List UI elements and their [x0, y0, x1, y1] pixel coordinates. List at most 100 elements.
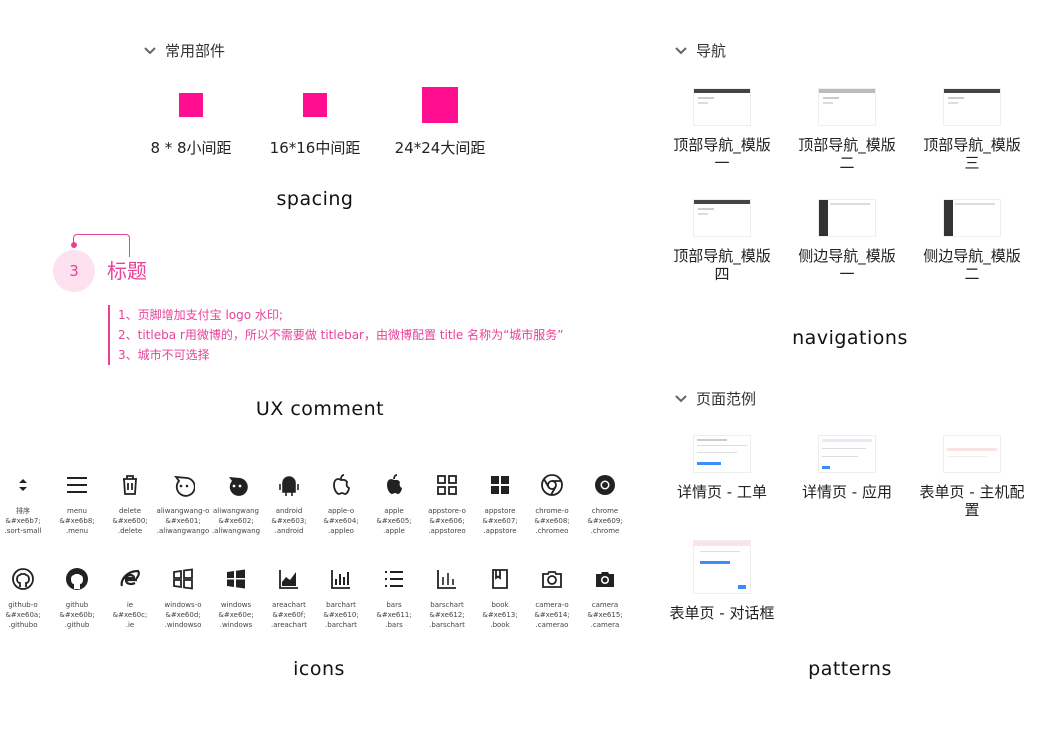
icon-cell[interactable]: 排序 &#xe6b7; .sort-small: [0, 472, 49, 536]
icon-name: areachart: [272, 601, 306, 609]
spacing-item: 8 * 8小间距: [150, 93, 232, 157]
icon-cell[interactable]: bars &#xe611; .bars: [368, 566, 420, 630]
pattern-label: 表单页 - 对话框: [664, 604, 780, 622]
icon-cell[interactable]: chrome &#xe609; .chrome: [579, 472, 631, 536]
pattern-item[interactable]: 详情页 - 工单: [662, 435, 782, 501]
pattern-thumbnail: [693, 435, 751, 473]
nav-template-item[interactable]: 侧边导航_模版一: [787, 199, 907, 283]
navigations-footer: navigations: [792, 327, 908, 349]
icon-cell[interactable]: camera &#xe615; .camera: [579, 566, 631, 630]
icon-cell[interactable]: aliwangwang &#xe602; .aliwangwang: [210, 472, 262, 536]
appstore-icon: [487, 472, 513, 498]
icon-name: appstore-o: [428, 507, 466, 515]
github-o-icon: [10, 566, 36, 592]
nav-template-label-line1: 顶部导航_模版: [798, 136, 896, 154]
icon-cell[interactable]: github-o &#xe60a; .githubo: [0, 566, 49, 630]
icon-cell[interactable]: github &#xe60b; .github: [51, 566, 103, 630]
icon-cell[interactable]: windows &#xe60e; .windows: [210, 566, 262, 630]
pattern-label-line1: 表单页 - 对话框: [669, 604, 775, 622]
icon-cell[interactable]: appstore &#xe607; .appstore: [474, 472, 526, 536]
nav-template-label-line1: 侧边导航_模版: [923, 247, 1021, 265]
icon-name: aliwangwang: [213, 507, 259, 515]
icon-class: .githubo: [8, 621, 38, 629]
icon-cell[interactable]: android &#xe603; .android: [263, 472, 315, 536]
icon-cell[interactable]: barchart &#xe610; .barchart: [315, 566, 367, 630]
icon-class: .windows: [219, 621, 253, 629]
section-patterns-title: 页面范例: [696, 390, 757, 408]
pattern-item[interactable]: 表单页 - 主机配置: [912, 435, 1032, 519]
icon-name: delete: [118, 507, 142, 515]
aliwangwang-o-icon: [170, 472, 196, 498]
icon-code: &#xe6b7;: [5, 517, 41, 525]
icon-cell[interactable]: menu &#xe6b8; .menu: [51, 472, 103, 536]
icon-cell[interactable]: chrome-o &#xe608; .chromeo: [526, 472, 578, 536]
icon-cell[interactable]: appstore-o &#xe606; .appstoreo: [421, 472, 473, 536]
spacing-swatch: [422, 87, 458, 123]
apple-o-icon: [328, 472, 354, 498]
icon-cell[interactable]: ie &#xe60c; .ie: [104, 566, 156, 630]
icon-class: .windowso: [164, 621, 202, 629]
icon-cell[interactable]: apple &#xe605; .apple: [368, 472, 420, 536]
nav-template-item[interactable]: 顶部导航_模版二: [787, 88, 907, 172]
icon-name: windows: [220, 601, 252, 609]
ux-comment-footer: UX comment: [255, 398, 385, 420]
nav-template-item[interactable]: 顶部导航_模版一: [662, 88, 782, 172]
menu-icon: [64, 472, 90, 498]
icon-code: &#xe600;: [112, 517, 148, 525]
ux-note: 3、城市不可选择: [118, 348, 210, 362]
apple-icon: [381, 472, 407, 498]
icon-name: github: [65, 601, 89, 609]
icon-class: .aliwangwango: [156, 527, 210, 535]
nav-template-thumbnail: [693, 199, 751, 237]
nav-template-item[interactable]: 顶部导航_模版三: [912, 88, 1032, 172]
icon-class: .ie: [125, 621, 135, 629]
delete-icon: [117, 472, 143, 498]
areachart-icon: [276, 566, 302, 592]
pattern-thumbnail: [943, 435, 1001, 473]
icon-class: .sort-small: [4, 527, 42, 535]
icon-cell[interactable]: barschart &#xe612; .barschart: [421, 566, 473, 630]
icon-cell[interactable]: areachart &#xe60f; .areachart: [263, 566, 315, 630]
nav-template-thumbnail: [818, 88, 876, 126]
icon-name: barchart: [326, 601, 356, 609]
icon-code: &#xe602;: [218, 517, 254, 525]
icon-name: camera-o: [535, 601, 569, 609]
icon-class: .book: [490, 621, 510, 629]
pattern-item[interactable]: 表单页 - 对话框: [662, 540, 782, 622]
section-nav-header[interactable]: 导航: [674, 40, 726, 61]
icon-cell[interactable]: windows-o &#xe60d; .windowso: [157, 566, 209, 630]
icon-code: &#xe606;: [429, 517, 465, 525]
icon-cell[interactable]: book &#xe613; .book: [474, 566, 526, 630]
pattern-label: 详情页 - 工单: [664, 483, 780, 501]
pattern-item[interactable]: 详情页 - 应用: [787, 435, 907, 501]
patterns-footer: patterns: [808, 658, 892, 680]
nav-template-thumbnail: [818, 199, 876, 237]
icon-cell[interactable]: camera-o &#xe614; .camerao: [526, 566, 578, 630]
nav-template-item[interactable]: 侧边导航_模版二: [912, 199, 1032, 283]
icon-code: &#xe605;: [376, 517, 412, 525]
icon-cell[interactable]: delete &#xe600; .delete: [104, 472, 156, 536]
section-patterns-header[interactable]: 页面范例: [674, 388, 756, 409]
ux-note: 2、titleba r用微博的，所以不需要做 titlebar，由微博配置 ti…: [118, 328, 564, 342]
nav-template-thumbnail: [943, 199, 1001, 237]
nav-template-label-line1: 顶部导航_模版: [673, 136, 771, 154]
spacing-swatch: [179, 93, 203, 117]
icon-class: .chrome: [590, 527, 620, 535]
icon-code: &#xe601;: [165, 517, 201, 525]
icon-cell[interactable]: apple-o &#xe604; .appleo: [315, 472, 367, 536]
icon-class: .camera: [590, 621, 620, 629]
section-common-header[interactable]: 常用部件: [143, 40, 225, 61]
icon-cell[interactable]: aliwangwang-o &#xe601; .aliwangwango: [157, 472, 209, 536]
icon-code: &#xe613;: [482, 611, 518, 619]
chrome-icon: [592, 472, 618, 498]
nav-template-label: 侧边导航_模版一: [789, 247, 905, 283]
nav-template-label: 顶部导航_模版一: [664, 136, 780, 172]
pattern-label-line1: 表单页 - 主机配: [919, 483, 1025, 501]
pattern-thumbnail: [693, 540, 751, 594]
icon-class: .android: [274, 527, 304, 535]
icon-class: .github: [64, 621, 90, 629]
nav-template-item[interactable]: 顶部导航_模版四: [662, 199, 782, 283]
icon-code: &#xe60d;: [165, 611, 201, 619]
spacing-footer: spacing: [276, 188, 354, 210]
icon-code: &#xe603;: [271, 517, 307, 525]
